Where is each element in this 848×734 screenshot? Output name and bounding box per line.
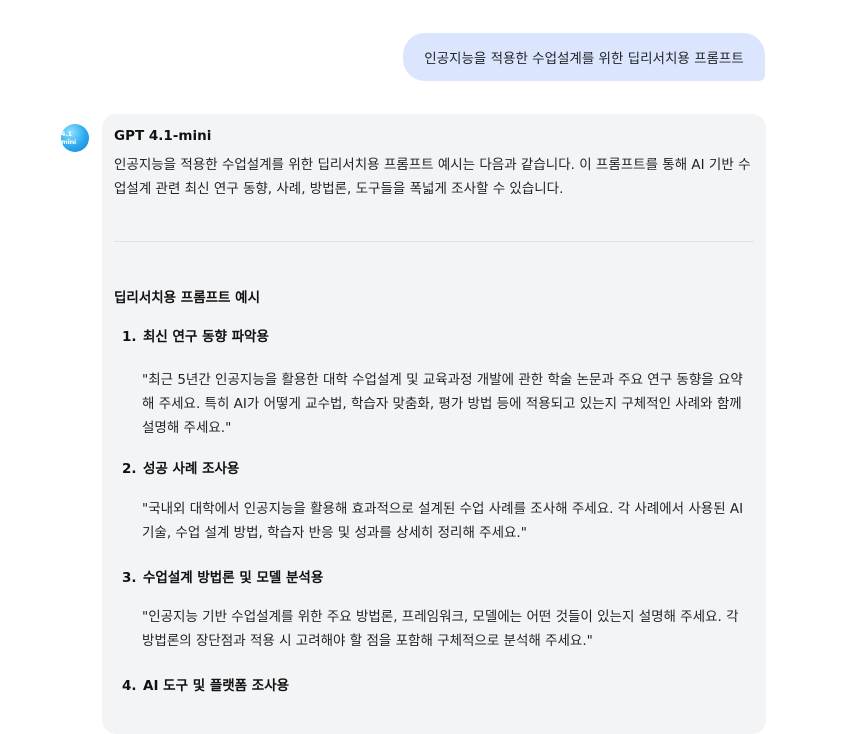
list-item-title-text: 수업설계 방법론 및 모델 분석용: [143, 570, 324, 586]
user-message-text: 인공지능을 적용한 수업설계를 위한 딥리서치용 프롬프트: [424, 51, 744, 67]
list-item-title-text: 최신 연구 동향 파악용: [143, 329, 269, 345]
list-item-title-text: 성공 사례 조사용: [143, 461, 240, 477]
list-item-title-1: 1. 최신 연구 동향 파악용: [122, 325, 269, 345]
model-name: GPT 4.1-mini: [114, 128, 212, 144]
list-item-number: 1.: [122, 329, 137, 345]
divider: [114, 241, 754, 242]
list-item-number: 2.: [122, 461, 137, 477]
list-item-number: 3.: [122, 570, 137, 586]
list-item-body-1: "최근 5년간 인공지능을 활용한 대학 수업설계 및 교육과정 개발에 관한 …: [142, 372, 743, 436]
section-heading: 딥리서치용 프롬프트 예시: [114, 290, 261, 306]
list-item-body-2: "국내외 대학에서 인공지능을 활용해 효과적으로 설계된 수업 사례를 조사해…: [142, 501, 744, 541]
model-avatar-icon: 4.1 mini: [61, 124, 89, 152]
avatar-label: 4.1 mini: [61, 130, 77, 146]
user-message-bubble: 인공지능을 적용한 수업설계를 위한 딥리서치용 프롬프트: [403, 33, 765, 81]
list-item-title-4: 4. AI 도구 및 플랫폼 조사용: [122, 674, 289, 694]
list-item-title-3: 3. 수업설계 방법론 및 모델 분석용: [122, 566, 323, 586]
list-item-number: 4.: [122, 678, 137, 694]
list-item-body-3: "인공지능 기반 수업설계를 위한 주요 방법론, 프레임워크, 모델에는 어떤…: [142, 609, 739, 649]
list-item-title-text: AI 도구 및 플랫폼 조사용: [143, 678, 290, 694]
assistant-intro-text: 인공지능을 적용한 수업설계를 위한 딥리서치용 프롬프트 예시는 다음과 같습…: [114, 157, 751, 197]
list-item-title-2: 2. 성공 사례 조사용: [122, 457, 239, 477]
